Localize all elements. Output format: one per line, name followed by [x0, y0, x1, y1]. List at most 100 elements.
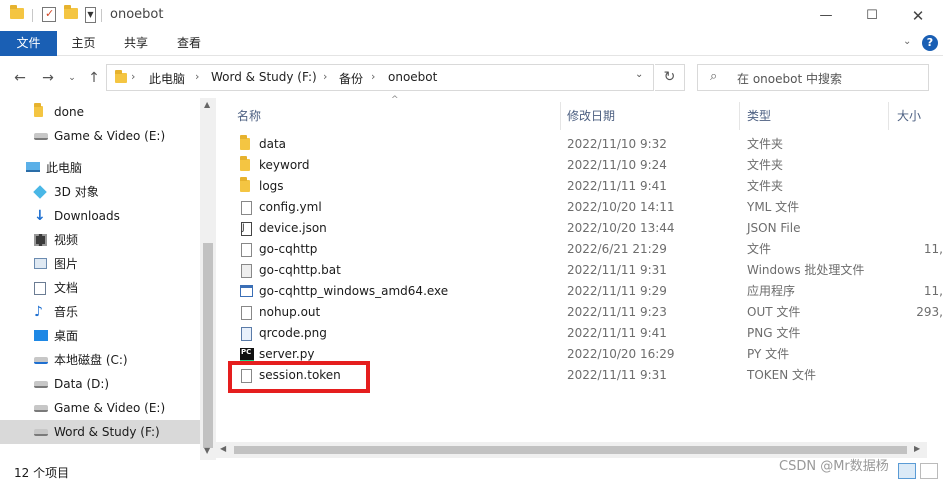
scroll-right-icon[interactable]: ▶: [914, 444, 920, 453]
table-row[interactable]: nohup.out 2022/11/11 9:23 OUT 文件 293,: [216, 302, 943, 323]
nav-item-drive-f[interactable]: Word & Study (F:): [0, 420, 200, 444]
drive-icon: [34, 405, 48, 412]
table-row[interactable]: keyword 2022/11/10 9:24 文件夹: [216, 155, 943, 176]
file-type: JSON File: [747, 221, 801, 235]
breadcrumb-separator[interactable]: ›: [323, 70, 327, 83]
nav-item-3d-objects[interactable]: 3D 对象: [0, 180, 200, 204]
nav-item-label: 本地磁盘 (C:): [54, 353, 128, 367]
table-row[interactable]: go-cqhttp.bat 2022/11/11 9:31 Windows 批处…: [216, 260, 943, 281]
file-date: 2022/11/10 9:32: [567, 137, 667, 151]
scrollbar-thumb[interactable]: [203, 243, 213, 448]
nav-item-drive-e-2[interactable]: Game & Video (E:): [0, 396, 200, 420]
pictures-icon: [34, 258, 47, 269]
properties-icon[interactable]: ✓: [42, 7, 56, 22]
breadcrumb-drive-f[interactable]: Word & Study (F:): [211, 70, 317, 84]
column-header-size[interactable]: 大小: [897, 107, 921, 124]
file-name: device.json: [259, 221, 327, 235]
scroll-up-icon[interactable]: ▲: [204, 100, 210, 109]
expand-ribbon-icon[interactable]: ⌄: [903, 36, 911, 47]
table-row[interactable]: data 2022/11/10 9:32 文件夹: [216, 134, 943, 155]
search-icon: ⌕: [710, 69, 718, 84]
back-button[interactable]: ←: [10, 68, 30, 88]
column-header-date[interactable]: 修改日期: [567, 107, 615, 124]
file-name: go-cqhttp: [259, 242, 318, 256]
search-field[interactable]: ⌕ 在 onoebot 中搜索: [697, 64, 929, 91]
minimize-button[interactable]: —: [803, 0, 849, 31]
highlight-box: [228, 361, 370, 393]
table-row[interactable]: logs 2022/11/11 9:41 文件夹: [216, 176, 943, 197]
nav-item-drive-d[interactable]: Data (D:): [0, 372, 200, 396]
column-divider[interactable]: [739, 102, 740, 130]
file-date: 2022/6/21 21:29: [567, 242, 667, 256]
column-header-name[interactable]: 名称: [237, 107, 261, 124]
file-name: qrcode.png: [259, 326, 327, 340]
nav-item-this-pc[interactable]: 此电脑: [0, 156, 200, 180]
nav-item-documents[interactable]: 文档: [0, 276, 200, 300]
tab-home[interactable]: 主页: [57, 31, 110, 56]
file-date: 2022/10/20 13:44: [567, 221, 675, 235]
help-icon[interactable]: ?: [922, 35, 938, 51]
scroll-left-icon[interactable]: ◀: [220, 444, 226, 453]
column-divider[interactable]: [888, 102, 889, 130]
column-divider[interactable]: [560, 102, 561, 130]
computer-icon: [26, 162, 40, 172]
nav-item-label: 音乐: [54, 305, 79, 319]
nav-scrollbar[interactable]: ▲ ▼: [200, 98, 216, 460]
maximize-button[interactable]: ☐: [849, 0, 895, 31]
tab-share[interactable]: 共享: [110, 31, 162, 56]
navigation-pane: done Game & Video (E:) 此电脑 3D 对象 ↓ Downl…: [0, 98, 216, 460]
address-field[interactable]: › 此电脑 › Word & Study (F:) › 备份 › onoebot…: [106, 64, 654, 91]
breadcrumb-separator[interactable]: ›: [371, 70, 375, 83]
breadcrumb-separator[interactable]: ›: [195, 70, 199, 83]
download-icon: ↓: [34, 208, 46, 224]
chevron-down-icon[interactable]: ⌄: [635, 69, 643, 80]
scrollbar-thumb[interactable]: [234, 446, 907, 454]
file-type: 文件夹: [747, 158, 784, 172]
table-row[interactable]: qrcode.png 2022/11/11 9:41 PNG 文件: [216, 323, 943, 344]
quick-access-dropdown-icon[interactable]: ▼: [85, 7, 96, 23]
system-drive-icon: [34, 357, 48, 364]
large-icons-view-icon[interactable]: [920, 463, 938, 479]
up-button[interactable]: ↑: [84, 68, 104, 88]
file-type: 文件夹: [747, 137, 784, 151]
file-date: 2022/11/11 9:23: [567, 305, 667, 319]
new-folder-icon[interactable]: [64, 5, 78, 19]
desktop-icon: [34, 330, 48, 341]
scroll-down-icon[interactable]: ▼: [204, 446, 210, 455]
refresh-button[interactable]: ↻: [655, 64, 685, 91]
divider: [101, 9, 102, 22]
breadcrumb-onoebot[interactable]: onoebot: [388, 70, 437, 84]
nav-item-pictures[interactable]: 图片: [0, 252, 200, 276]
breadcrumb-backup[interactable]: 备份: [339, 70, 363, 87]
folder-icon: [240, 135, 253, 152]
column-header-type[interactable]: 类型: [747, 107, 771, 124]
nav-item-downloads[interactable]: ↓ Downloads: [0, 204, 200, 228]
table-row[interactable]: J device.json 2022/10/20 13:44 JSON File: [216, 218, 943, 239]
table-row[interactable]: config.yml 2022/10/20 14:11 YML 文件: [216, 197, 943, 218]
nav-item-videos[interactable]: 视频: [0, 228, 200, 252]
nav-item-music[interactable]: ♪ 音乐: [0, 300, 200, 324]
nav-item-drive-c[interactable]: 本地磁盘 (C:): [0, 348, 200, 372]
recent-locations-button[interactable]: ⌄: [62, 68, 82, 88]
file-date: 2022/11/11 9:31: [567, 368, 667, 382]
nav-item-drive-e[interactable]: Game & Video (E:): [0, 124, 200, 148]
tab-file[interactable]: 文件: [0, 31, 57, 56]
nav-item-desktop[interactable]: 桌面: [0, 324, 200, 348]
table-row[interactable]: go-cqhttp 2022/6/21 21:29 文件 11,: [216, 239, 943, 260]
details-view-icon[interactable]: [898, 463, 916, 479]
tab-view[interactable]: 查看: [162, 31, 216, 56]
close-button[interactable]: ✕: [895, 0, 941, 31]
file-size: 11,: [923, 242, 943, 256]
file-type: Windows 批处理文件: [747, 263, 865, 277]
file-type: OUT 文件: [747, 305, 801, 319]
breadcrumb-separator[interactable]: ›: [131, 70, 135, 83]
file-name: nohup.out: [259, 305, 321, 319]
nav-item-done[interactable]: done: [0, 100, 200, 124]
exe-icon: [240, 285, 253, 297]
drive-icon: [34, 381, 48, 388]
3d-objects-icon: [33, 185, 47, 199]
forward-button[interactable]: →: [38, 68, 58, 88]
table-row[interactable]: go-cqhttp_windows_amd64.exe 2022/11/11 9…: [216, 281, 943, 302]
watermark: CSDN @Mr数据杨: [779, 459, 889, 474]
breadcrumb-this-pc[interactable]: 此电脑: [149, 70, 185, 87]
